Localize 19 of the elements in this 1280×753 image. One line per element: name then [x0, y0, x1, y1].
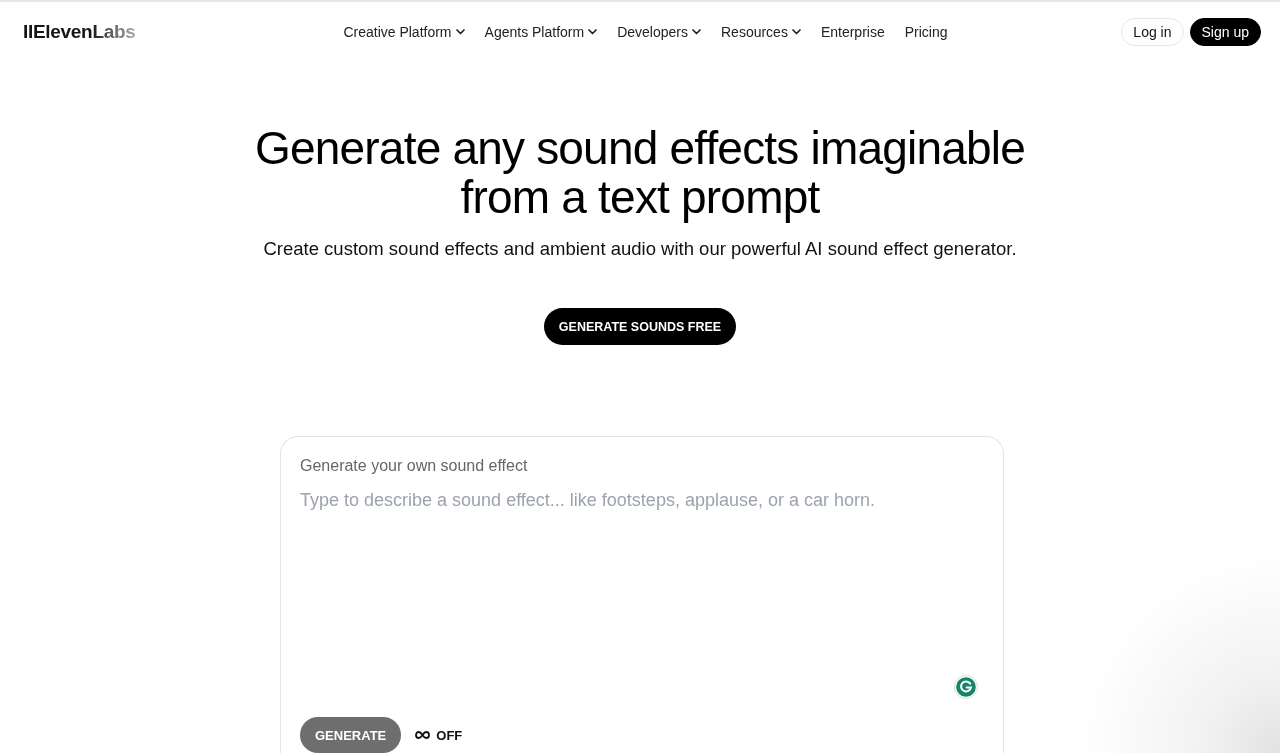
chevron-down-icon: [791, 29, 801, 35]
nav-link[interactable]: Pricing: [904, 24, 948, 40]
card-label: Generate your own sound effect: [300, 456, 529, 476]
loop-toggle[interactable]: OFF: [415, 727, 463, 743]
nav-link[interactable]: Enterprise: [820, 24, 885, 40]
hero-heading: Generate any sound effects imaginable from a text prompt: [254, 124, 1026, 222]
chevron-down-icon: [588, 29, 598, 35]
nav-link[interactable]: Resources: [721, 24, 801, 40]
letter-g-icon: [954, 675, 978, 699]
nav-link[interactable]: Developers: [617, 24, 701, 40]
infinity-icon: [415, 731, 431, 739]
login-button[interactable]: Log in: [1121, 18, 1184, 46]
nav-link[interactable]: Agents Platform: [484, 24, 598, 40]
nav-link[interactable]: Creative Platform: [343, 24, 465, 40]
generate-sounds-button[interactable]: GENERATE SOUNDS FREE: [543, 308, 737, 345]
chevron-down-icon: [692, 29, 701, 35]
signup-button[interactable]: Sign up: [1189, 18, 1261, 46]
hero-subtitle: Create custom sound effects and ambient audio with our powerful AI sound effect generator.: [262, 237, 1018, 261]
chevron-down-icon: [455, 29, 465, 35]
